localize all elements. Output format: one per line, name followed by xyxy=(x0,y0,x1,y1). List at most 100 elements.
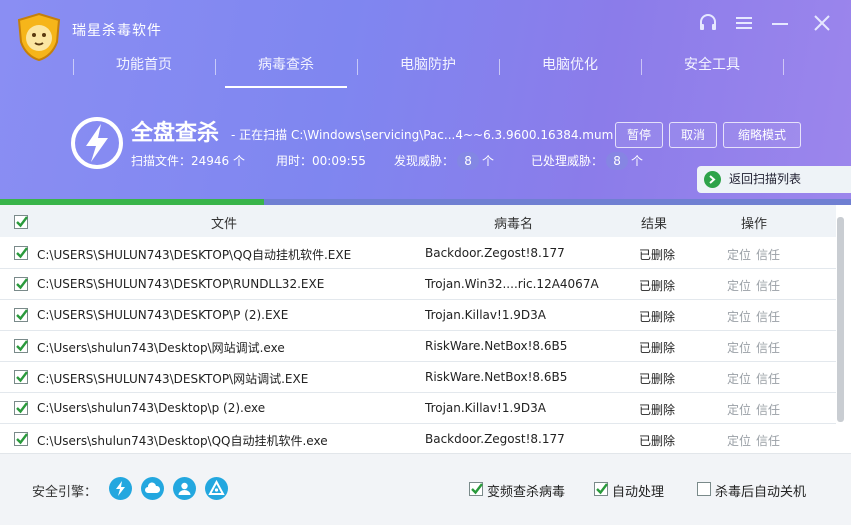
checkmark-icon xyxy=(16,402,28,414)
lightning-icon[interactable] xyxy=(109,477,132,500)
pause-button[interactable]: 暂停 xyxy=(615,122,663,148)
row-virus-name: RiskWare.NetBox!8.6B5 xyxy=(425,339,568,353)
row-file-path: C:\USERS\SHULUN743\DESKTOP\RUNDLL32.EXE xyxy=(37,277,325,291)
row-checkbox[interactable] xyxy=(14,401,28,415)
stat-threats-label: 发现威胁： xyxy=(394,154,455,168)
antivirus-window: 瑞星杀毒软件 功能首页 病毒查杀 电脑防护 电脑优化 安全工具 全盘查杀 - 正… xyxy=(0,0,851,525)
row-checkbox[interactable] xyxy=(14,339,28,353)
table-header: 文件 病毒名 结果 操作 xyxy=(0,205,836,237)
option-auto-shutdown-label: 杀毒后自动关机 xyxy=(715,485,807,500)
triangle-icon[interactable] xyxy=(205,477,228,500)
checkmark-icon xyxy=(16,309,28,321)
close-button[interactable] xyxy=(809,10,835,36)
row-trust-link[interactable]: 信任 xyxy=(756,308,780,325)
row-trust-link[interactable]: 信任 xyxy=(756,277,780,294)
row-result: 已删除 xyxy=(639,434,676,448)
col-file: 文件 xyxy=(211,217,238,232)
engines-label: 安全引擎： xyxy=(32,485,98,500)
row-virus-name: Trojan.Killav!1.9D3A xyxy=(425,401,546,415)
compact-mode-button[interactable]: 缩略模式 xyxy=(723,122,801,148)
row-locate-link[interactable]: 定位 xyxy=(727,308,751,325)
row-result: 已删除 xyxy=(639,372,676,386)
row-trust-link[interactable]: 信任 xyxy=(756,401,780,418)
user-icon[interactable] xyxy=(173,477,196,500)
checkmark-icon xyxy=(16,247,28,259)
stat-threats-value: 8 xyxy=(457,152,480,170)
row-checkbox[interactable] xyxy=(14,308,28,322)
option-auto-shutdown-checkbox[interactable] xyxy=(697,482,711,496)
tab-home[interactable]: 功能首页 xyxy=(73,50,215,86)
table-row: C:\USERS\SHULUN743\DESKTOP\网站调试.EXE Risk… xyxy=(0,361,836,393)
stat-files: 扫描文件：24946 个 xyxy=(131,152,245,169)
option-frequency-scan-label: 变频查杀病毒 xyxy=(487,485,566,500)
tab-protection[interactable]: 电脑防护 xyxy=(357,50,499,86)
stat-time-label: 用时： xyxy=(276,154,313,168)
threat-table: 文件 病毒名 结果 操作 C:\USERS\SHULUN743\DESKTOP\… xyxy=(0,205,851,455)
table-row: C:\Users\shulun743\Desktop\QQ自动挂机软件.exe … xyxy=(0,423,836,455)
row-trust-link[interactable]: 信任 xyxy=(756,246,780,263)
row-trust-link[interactable]: 信任 xyxy=(756,432,780,449)
cancel-button[interactable]: 取消 xyxy=(669,122,717,148)
row-locate-link[interactable]: 定位 xyxy=(727,401,751,418)
col-result: 结果 xyxy=(641,217,668,232)
back-to-scan-list-label: 返回扫描列表 xyxy=(729,172,802,186)
header: 瑞星杀毒软件 功能首页 病毒查杀 电脑防护 电脑优化 安全工具 全盘查杀 - 正… xyxy=(0,0,851,205)
option-frequency-scan-checkbox[interactable] xyxy=(469,482,483,496)
row-trust-link[interactable]: 信任 xyxy=(756,370,780,387)
stat-time: 用时：00:09:55 xyxy=(276,152,366,169)
stat-files-label: 扫描文件： xyxy=(131,154,192,168)
back-to-scan-list-button[interactable]: 返回扫描列表 xyxy=(697,166,851,193)
row-checkbox[interactable] xyxy=(14,246,28,260)
stat-handled-value: 8 xyxy=(606,152,629,170)
col-ops: 操作 xyxy=(741,217,768,232)
table-scrollbar[interactable] xyxy=(837,217,844,422)
headset-icon xyxy=(700,14,716,30)
tab-virus-scan[interactable]: 病毒查杀 xyxy=(215,50,357,88)
row-virus-name: Trojan.Win32....ric.12A4067A xyxy=(425,277,599,291)
checkmark-icon xyxy=(471,483,483,495)
checkmark-icon xyxy=(16,216,28,228)
stat-threats-unit: 个 xyxy=(482,154,495,168)
row-file-path: C:\Users\shulun743\Desktop\p (2).exe xyxy=(37,401,266,415)
arrow-right-icon xyxy=(704,171,721,188)
scan-title: 全盘查杀 xyxy=(131,121,220,146)
row-locate-link[interactable]: 定位 xyxy=(727,277,751,294)
row-checkbox[interactable] xyxy=(14,277,28,291)
table-row: C:\Users\shulun743\Desktop\网站调试.exe Risk… xyxy=(0,330,836,362)
row-locate-link[interactable]: 定位 xyxy=(727,370,751,387)
checkmark-icon xyxy=(16,433,28,445)
cloud-icon[interactable] xyxy=(141,477,164,500)
checkmark-icon xyxy=(16,278,28,290)
minimize-button[interactable] xyxy=(767,10,793,36)
tab-security-tools[interactable]: 安全工具 xyxy=(641,50,783,86)
row-file-path: C:\USERS\SHULUN743\DESKTOP\P (2).EXE xyxy=(37,308,289,322)
stat-files-value: 24946 xyxy=(191,154,230,168)
checkmark-icon xyxy=(16,371,28,383)
row-result: 已删除 xyxy=(639,310,676,324)
tab-optimize[interactable]: 电脑优化 xyxy=(499,50,641,86)
option-auto-handle-checkbox[interactable] xyxy=(594,482,608,496)
scan-status-path: - 正在扫描 C:\Windows\servicing\Pac...4~~6.3… xyxy=(231,128,614,142)
stat-files-unit: 个 xyxy=(233,154,246,168)
option-auto-handle-label: 自动处理 xyxy=(612,485,665,500)
row-locate-link[interactable]: 定位 xyxy=(727,339,751,356)
menu-button[interactable] xyxy=(731,10,757,36)
main-nav: 功能首页 病毒查杀 电脑防护 电脑优化 安全工具 xyxy=(0,50,851,88)
table-row: C:\Users\shulun743\Desktop\p (2).exe Tro… xyxy=(0,392,836,424)
row-locate-link[interactable]: 定位 xyxy=(727,432,751,449)
close-icon xyxy=(814,15,830,31)
table-row: C:\USERS\SHULUN743\DESKTOP\P (2).EXE Tro… xyxy=(0,299,836,331)
row-file-path: C:\Users\shulun743\Desktop\QQ自动挂机软件.exe xyxy=(37,434,328,448)
row-checkbox[interactable] xyxy=(14,432,28,446)
stat-handled: 已处理威胁： 8 个 xyxy=(531,152,643,170)
support-button[interactable] xyxy=(695,10,721,36)
row-locate-link[interactable]: 定位 xyxy=(727,246,751,263)
row-virus-name: Trojan.Killav!1.9D3A xyxy=(425,308,546,322)
row-trust-link[interactable]: 信任 xyxy=(756,339,780,356)
row-checkbox[interactable] xyxy=(14,370,28,384)
select-all-checkbox[interactable] xyxy=(14,215,28,229)
row-result: 已删除 xyxy=(639,341,676,355)
stat-handled-label: 已处理威胁： xyxy=(531,154,604,168)
menu-icon xyxy=(736,17,752,29)
nav-divider xyxy=(783,59,784,75)
